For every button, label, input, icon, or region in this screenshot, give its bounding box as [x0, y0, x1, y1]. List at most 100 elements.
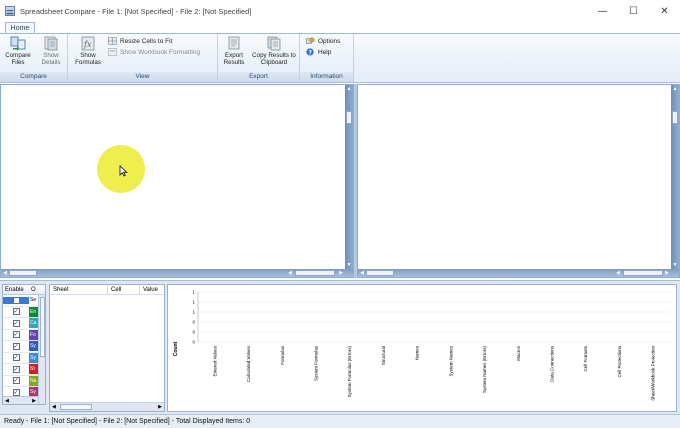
- enable-checkbox-cell: ✓: [3, 365, 29, 373]
- scroll-left-icon[interactable]: ◀: [52, 403, 56, 412]
- scroll-left-icon[interactable]: ◀: [1, 269, 9, 277]
- scroll-right-icon[interactable]: ▶: [663, 269, 671, 277]
- category-enable-table: Enable O Se ✓ En ✓ Ca ✓ Fo ✓ Sy ✓ Sy ✓ St ✓ Na ✓ Sy ◀ ▶: [2, 284, 46, 405]
- enable-checkbox-cell: [3, 296, 29, 304]
- enable-checkbox[interactable]: ✓: [12, 331, 20, 339]
- enable-checkbox-cell: ✓: [3, 342, 29, 350]
- help-icon: ?: [306, 48, 314, 56]
- copy-results-button[interactable]: Copy Results to Clipboard: [250, 36, 298, 66]
- enable-checkbox-cell: ✓: [3, 319, 29, 327]
- chart-y-tick-label: 1: [192, 290, 195, 295]
- value-column-header[interactable]: Value: [140, 285, 164, 294]
- chart-x-tick-label: Cell Formats: [583, 345, 588, 371]
- enable-checkbox-cell: ✓: [3, 308, 29, 316]
- help-button[interactable]: ? Help: [306, 48, 331, 56]
- enable-checkbox-cell: ✓: [3, 331, 29, 339]
- enable-checkbox[interactable]: ✓: [12, 365, 20, 373]
- scroll-down-icon[interactable]: ▼: [671, 261, 679, 269]
- file1-vertical-scroll-thumb[interactable]: [346, 111, 352, 124]
- enable-column-header: Enable: [5, 287, 24, 293]
- file2-vertical-scrollbar[interactable]: ▲ ▼: [671, 85, 679, 269]
- enable-checkbox[interactable]: [12, 296, 20, 304]
- chart-x-tick-label: Data Connections: [550, 345, 555, 382]
- chart-svg: 1 1 1 0 0 0 Entered Values Calculated Values Fo…: [173, 290, 670, 401]
- pane-splitter[interactable]: [354, 84, 357, 278]
- differences-table-horizontal-scrollbar[interactable]: ◀ ▶: [50, 402, 164, 411]
- show-workbook-formatting-label: Show Workbook Formatting: [120, 48, 201, 56]
- ribbon: Compare Files Show Details Compare fx Sh…: [0, 33, 680, 83]
- option-column-header: O: [31, 287, 36, 293]
- scroll-left-icon[interactable]: ◀: [5, 397, 9, 404]
- compare-files-icon: [10, 36, 26, 51]
- chart-x-tick-label: Entered Values: [212, 345, 217, 376]
- differences-table-scroll-thumb[interactable]: [60, 404, 92, 410]
- chart-x-tick-label: Structural: [381, 346, 386, 365]
- resize-cells-button[interactable]: Resize Cells to Fit: [108, 37, 172, 45]
- export-group: Export Results Copy Results to Clipboard…: [218, 34, 300, 82]
- enable-checkbox[interactable]: ✓: [12, 377, 20, 385]
- close-button[interactable]: ✕: [649, 0, 680, 22]
- copy-results-label: Copy Results to Clipboard: [252, 52, 296, 66]
- file2-sheet-scroll-segment[interactable]: [366, 270, 394, 276]
- options-button[interactable]: Options: [306, 37, 340, 45]
- file1-horizontal-scroll-thumb[interactable]: [295, 270, 335, 276]
- options-icon: [306, 37, 315, 44]
- status-bar: Ready - File 1: [Not Specified] - File 2…: [0, 414, 680, 428]
- view-group-label: View: [68, 72, 217, 82]
- scroll-left-icon[interactable]: ◀: [286, 269, 294, 277]
- file1-vertical-scrollbar[interactable]: ▲ ▼: [345, 85, 353, 269]
- show-workbook-formatting-button[interactable]: Show Workbook Formatting: [108, 48, 200, 56]
- export-icon: [228, 36, 240, 50]
- scroll-right-icon[interactable]: ▶: [337, 269, 345, 277]
- maximize-button[interactable]: ☐: [618, 0, 649, 22]
- help-label: Help: [318, 48, 332, 56]
- compare-files-button[interactable]: Compare Files: [2, 36, 34, 66]
- enable-checkbox[interactable]: ✓: [12, 319, 20, 327]
- chart-y-tick-label: 1: [192, 300, 195, 305]
- compare-group: Compare Files Show Details Compare: [0, 34, 68, 82]
- options-label: Options: [318, 37, 341, 45]
- cell-column-header[interactable]: Cell: [108, 285, 140, 294]
- enable-checkbox[interactable]: ✓: [12, 388, 20, 396]
- file1-grid-pane[interactable]: ▲ ▼ ◀ ◀ ▶: [0, 84, 354, 278]
- scroll-right-icon[interactable]: ▶: [32, 397, 36, 404]
- enable-table-horizontal-scrollbar[interactable]: ◀ ▶: [3, 396, 38, 404]
- enable-checkbox[interactable]: ✓: [12, 308, 20, 316]
- show-details-button[interactable]: Show Details: [36, 36, 66, 66]
- view-group: fx Show Formulas Resize Cells to Fit Sho…: [68, 34, 218, 82]
- scroll-down-icon[interactable]: ▼: [345, 261, 353, 269]
- scroll-left-icon[interactable]: ◀: [358, 269, 366, 277]
- file1-sheet-scroll-segment[interactable]: [9, 270, 37, 276]
- chart-gridlines: [197, 291, 670, 343]
- file2-horizontal-scrollbar[interactable]: ◀ ◀ ▶: [358, 269, 679, 277]
- export-results-button[interactable]: Export Results: [220, 36, 248, 66]
- enable-table-scroll-thumb[interactable]: [40, 297, 45, 357]
- file2-vertical-scroll-thumb[interactable]: [672, 111, 678, 124]
- chart-x-tick-label: Calculated Values: [246, 345, 251, 382]
- chart-x-tick-label: Cell Protections: [617, 345, 622, 377]
- scroll-up-icon[interactable]: ▲: [345, 85, 353, 93]
- enable-checkbox[interactable]: ✓: [12, 354, 20, 362]
- scroll-right-icon[interactable]: ▶: [158, 403, 162, 412]
- minimize-button[interactable]: —: [587, 0, 618, 22]
- show-formulas-button[interactable]: fx Show Formulas: [72, 36, 104, 66]
- chart-x-tick-label: Macros: [516, 345, 521, 361]
- sheet-column-header[interactable]: Sheet: [50, 285, 108, 294]
- window-title: Spreadsheet Compare - File 1: [Not Speci…: [20, 6, 252, 16]
- scroll-left-icon[interactable]: ◀: [614, 269, 622, 277]
- scroll-up-icon[interactable]: ▲: [671, 85, 679, 93]
- svg-text:fx: fx: [83, 40, 92, 49]
- cursor-highlight: [97, 145, 145, 193]
- chart-x-labels: Entered Values Calculated Values Formulas S…: [212, 345, 655, 400]
- title-bar: Spreadsheet Compare - File 1: [Not Speci…: [0, 0, 680, 22]
- file2-grid-pane[interactable]: ▲ ▼ ◀ ◀ ▶: [357, 84, 680, 278]
- enable-checkbox-cell: ✓: [3, 388, 29, 396]
- enable-checkbox[interactable]: ✓: [12, 342, 20, 350]
- chart-x-tick-label: Formulas: [280, 345, 285, 365]
- chart-x-tick-label: System Names: [448, 345, 453, 376]
- resize-cells-label: Resize Cells to Fit: [120, 37, 173, 45]
- enable-table-vertical-scrollbar[interactable]: [38, 295, 45, 404]
- file1-horizontal-scrollbar[interactable]: ◀ ◀ ▶: [1, 269, 353, 277]
- file2-horizontal-scroll-thumb[interactable]: [623, 270, 663, 276]
- chart-y-tick-label: 1: [192, 310, 195, 315]
